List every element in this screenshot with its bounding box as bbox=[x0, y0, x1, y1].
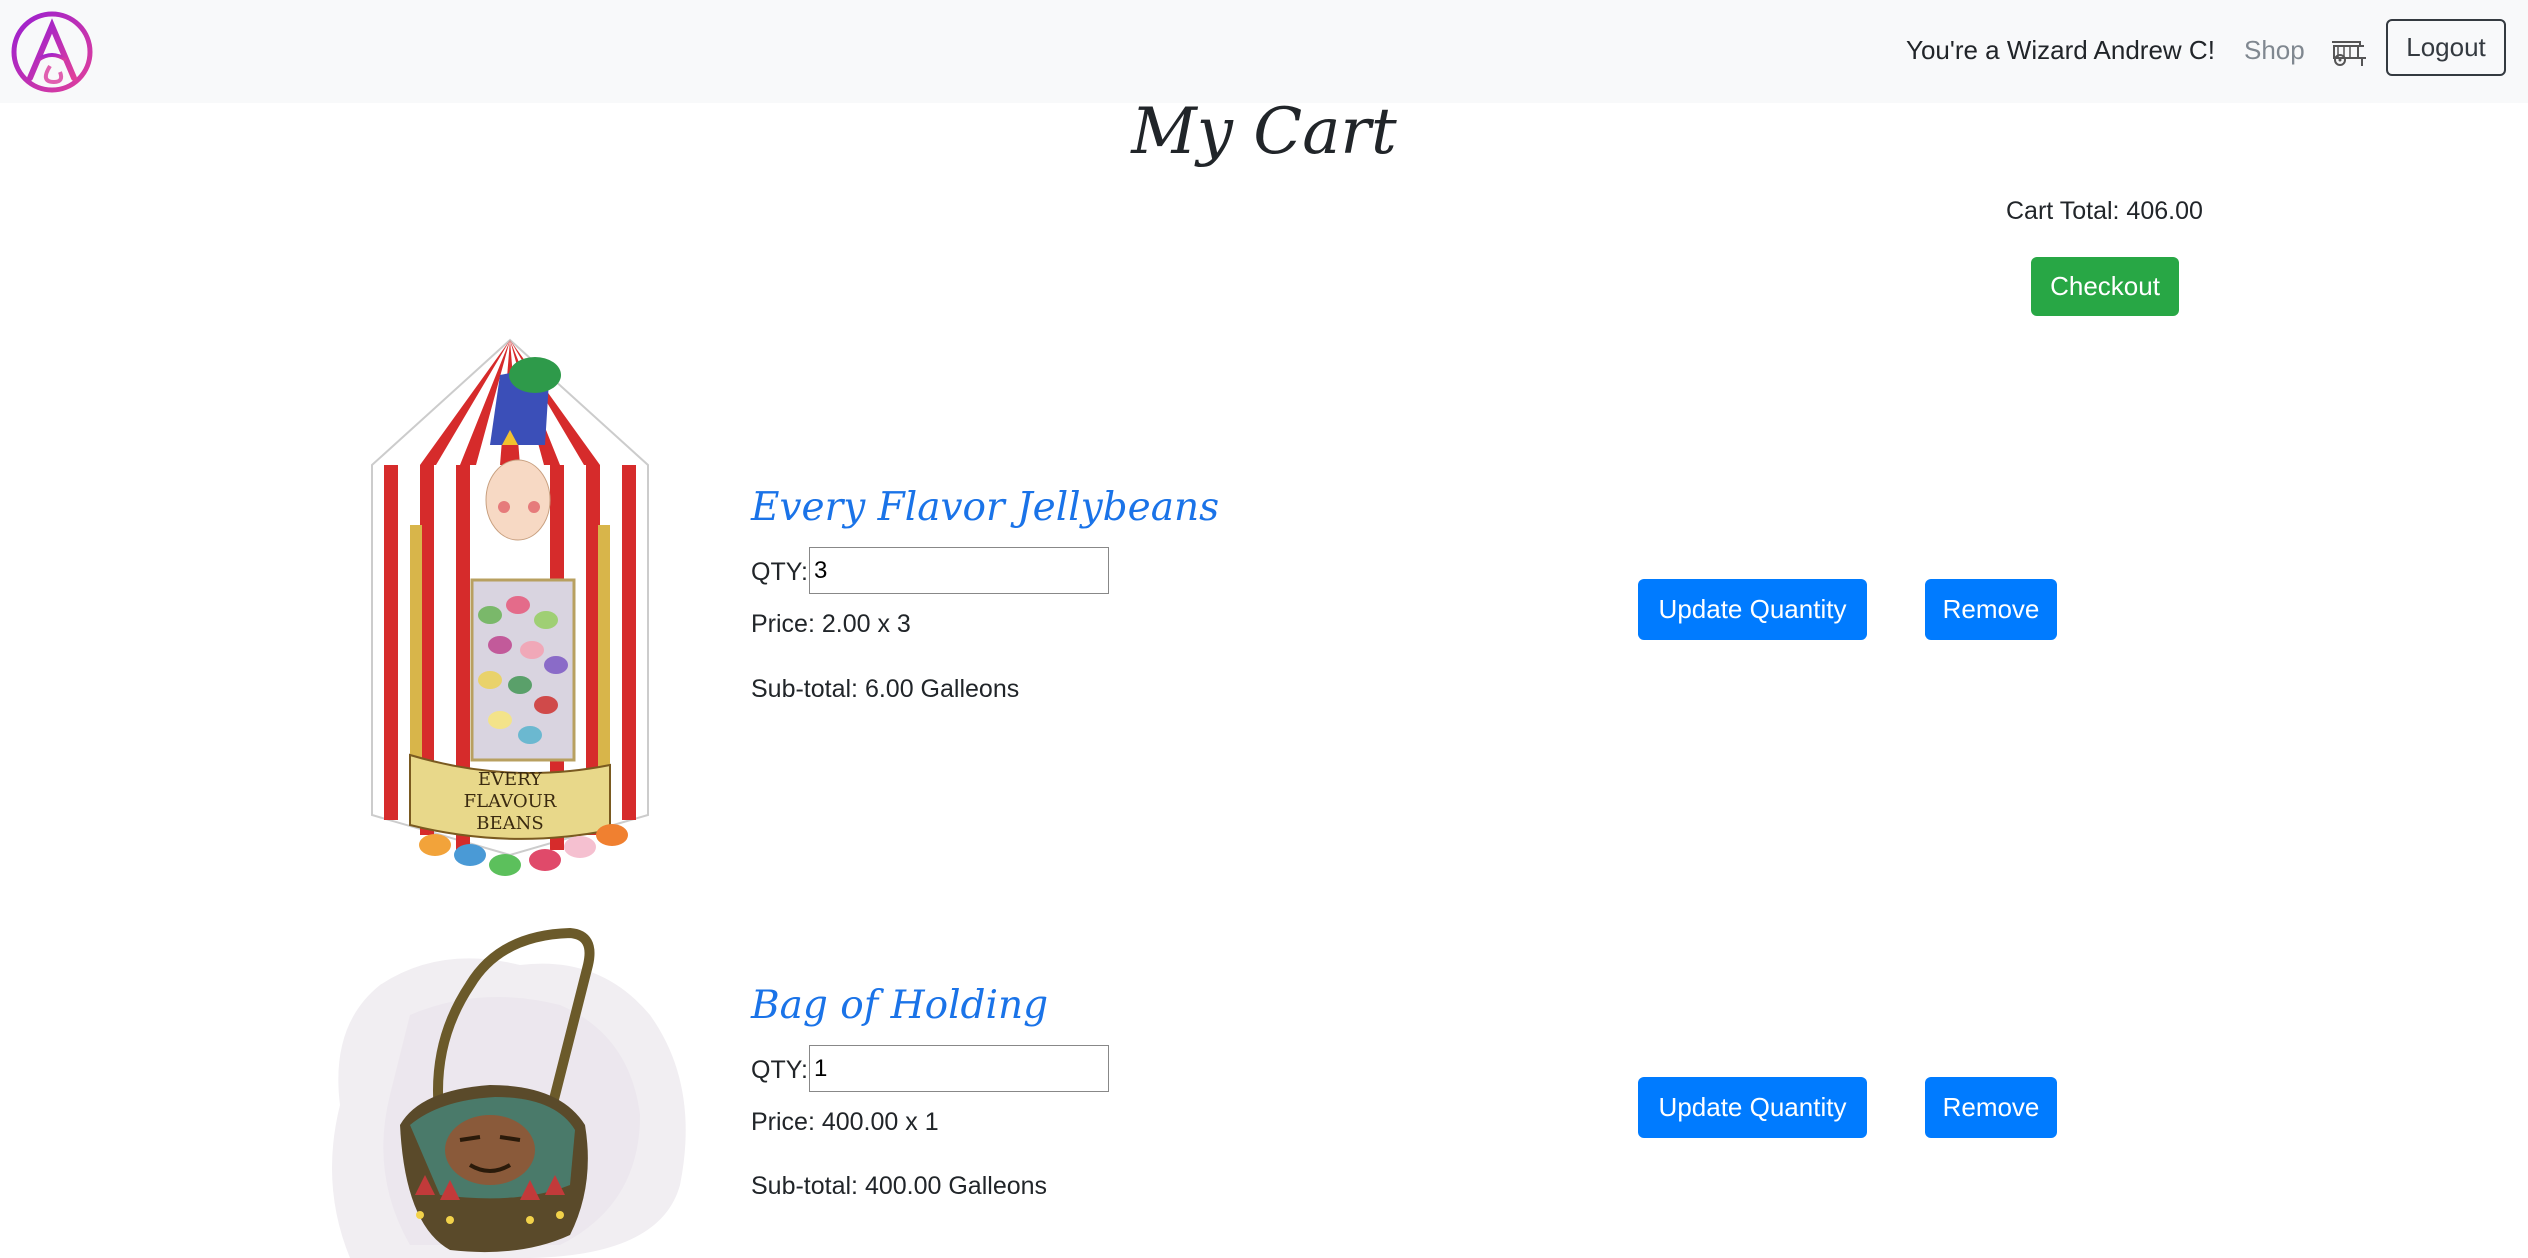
item-name-link[interactable]: Every Flavor Jellybeans bbox=[751, 485, 1219, 530]
navbar: You're a Wizard Andrew C! Shop Logout bbox=[0, 0, 2528, 103]
jellybeans-product-image: EVERY FLAVOUR BEANS bbox=[371, 338, 649, 876]
site-logo-icon[interactable] bbox=[10, 10, 94, 94]
qty-label: QTY: bbox=[751, 1056, 808, 1084]
quantity-input[interactable] bbox=[809, 547, 1109, 594]
update-quantity-button[interactable]: Update Quantity bbox=[1638, 579, 1867, 640]
item-subtotal: Sub-total: 400.00 Galleons bbox=[751, 1172, 1048, 1200]
remove-button[interactable]: Remove bbox=[1925, 1077, 2057, 1138]
item-subtotal: Sub-total: 6.00 Galleons bbox=[751, 675, 1020, 703]
box-banner-line-1: EVERY bbox=[478, 769, 543, 790]
box-banner-line-3: BEANS bbox=[476, 813, 543, 834]
update-quantity-button[interactable]: Update Quantity bbox=[1638, 1077, 1867, 1138]
user-greeting: You're a Wizard Andrew C! bbox=[1906, 35, 2215, 65]
bag-product-image bbox=[332, 927, 686, 1258]
page-title: My Cart bbox=[1131, 95, 1397, 169]
cart-icon[interactable] bbox=[2330, 38, 2368, 70]
item-price: Price: 400.00 x 1 bbox=[751, 1108, 939, 1136]
qty-label: QTY: bbox=[751, 558, 808, 586]
box-banner-line-2: FLAVOUR bbox=[464, 791, 557, 812]
item-price: Price: 2.00 x 3 bbox=[751, 610, 911, 638]
checkout-button[interactable]: Checkout bbox=[2031, 257, 2179, 316]
logout-button[interactable]: Logout bbox=[2386, 19, 2506, 76]
nav-shop-link[interactable]: Shop bbox=[2244, 35, 2305, 66]
quantity-input[interactable] bbox=[809, 1045, 1109, 1092]
cart-total: Cart Total: 406.00 bbox=[2006, 197, 2203, 225]
item-name-link[interactable]: Bag of Holding bbox=[751, 983, 1048, 1028]
remove-button[interactable]: Remove bbox=[1925, 579, 2057, 640]
